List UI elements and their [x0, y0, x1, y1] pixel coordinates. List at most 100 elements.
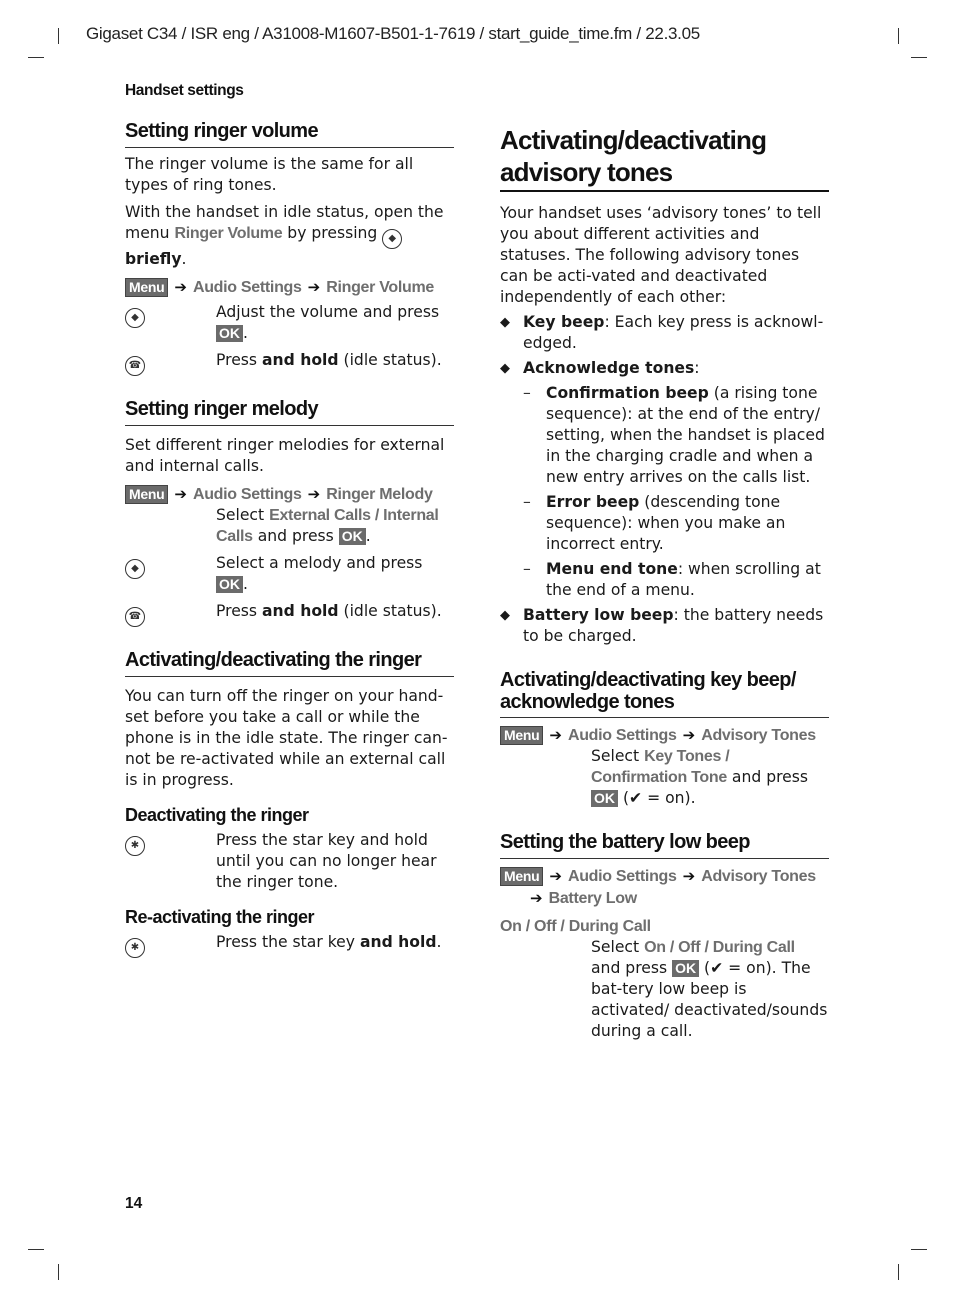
instruction-step: Select External Calls / Internal Calls a… — [125, 505, 454, 547]
paragraph: Your handset uses ‘advisory tones’ to te… — [500, 204, 822, 306]
diamond-bullet-icon: ◆ — [500, 608, 510, 623]
menu-path: Menu ➔ Audio Settings ➔ Ringer Melody — [125, 483, 454, 505]
text: . — [436, 933, 442, 951]
sub-list-item: – Error beep (descending tone sequence):… — [523, 492, 829, 555]
section-ringer-melody: Setting ringer melody Set different ring… — [125, 398, 454, 627]
section-battery-low: Setting the battery low beep Menu ➔ Audio … — [500, 831, 829, 1042]
menu-path: Menu ➔ Audio Settings ➔ Advisory Tones — [500, 724, 829, 746]
ui-label: Advisory Tones — [701, 868, 816, 885]
arrow-icon: ➔ — [549, 726, 562, 744]
text: by pressing — [282, 224, 383, 242]
section-title: Activating/deactivating key beep/ acknow… — [500, 669, 829, 718]
ui-label: Audio Settings — [192, 486, 302, 503]
section-title: Activating/deactivating the ringer — [125, 649, 454, 677]
instruction-step: ◆ Select a melody and press OK. — [125, 553, 454, 595]
text: ( — [699, 959, 711, 977]
section-ringer-onoff: Activating/deactivating the ringer You c… — [125, 649, 454, 958]
left-column: Setting ringer volume The ringer volume … — [125, 120, 454, 958]
ui-label: Advisory Tones — [701, 727, 816, 744]
ui-label: Ringer Volume — [174, 225, 283, 242]
ui-label: Ringer Melody — [326, 486, 433, 503]
arrow-icon: ➔ — [307, 278, 321, 296]
list-item: ◆ Acknowledge tones: — [500, 358, 829, 379]
ui-label: On / Off / During Call — [500, 918, 651, 935]
crop-mark — [58, 28, 59, 44]
navigation-key-icon: ◆ — [125, 308, 145, 328]
ui-label: Key Tones — [644, 748, 722, 765]
ui-label: Confirmation Tone — [591, 769, 727, 786]
text: (idle status). — [338, 351, 442, 369]
sub-list-item: – Menu end tone: when scrolling at the e… — [523, 559, 829, 601]
term: Key beep — [523, 313, 605, 331]
menu-path: Menu ➔ Audio Settings ➔ Ringer Volume — [125, 276, 454, 298]
menu-key: Menu — [125, 278, 169, 297]
crop-mark — [898, 1264, 899, 1280]
separator: / — [370, 507, 384, 524]
text: ( — [618, 789, 630, 807]
crop-mark — [911, 1249, 927, 1250]
section-title: Setting the battery low beep — [500, 831, 829, 859]
text: . — [181, 250, 187, 268]
crop-mark — [898, 28, 899, 44]
menu-path: Menu ➔ Audio Settings ➔ Advisory Tones — [500, 865, 829, 887]
arrow-icon: ➔ — [682, 867, 696, 885]
ui-label: Audio Settings — [567, 727, 677, 744]
emphasis: and hold — [262, 351, 339, 369]
paragraph: The ringer volume is the same for all ty… — [125, 155, 414, 194]
text: Press — [216, 602, 262, 620]
text: : — [694, 359, 700, 377]
subsection-title: Deactivating the ringer — [125, 805, 309, 825]
arrow-icon: ➔ — [307, 485, 321, 503]
end-call-key-icon: ☎ — [125, 607, 145, 627]
text: and press — [252, 527, 339, 545]
text: Select — [591, 747, 645, 765]
dash-bullet-icon: – — [523, 493, 531, 511]
crop-mark — [28, 1249, 44, 1250]
paragraph: With the handset in idle status, open th… — [125, 202, 454, 270]
menu-key: Menu — [500, 726, 544, 745]
menu-key: Menu — [125, 485, 169, 504]
term: Acknowledge tones — [523, 359, 695, 377]
ui-label: Ringer Volume — [326, 279, 435, 296]
ok-key: OK — [338, 528, 366, 545]
end-call-key-icon: ☎ — [125, 356, 145, 376]
arrow-icon: ➔ — [549, 867, 562, 885]
menu-path-continued: ➔ Battery Low — [500, 887, 829, 909]
ui-label: Audio Settings — [567, 868, 677, 885]
list-item: ◆ Key beep: Each key press is acknowl-ed… — [500, 312, 829, 354]
instruction-step: ✱ Press the star key and hold until you … — [125, 830, 454, 893]
text: Press — [216, 351, 262, 369]
star-key-icon: ✱ — [125, 938, 145, 958]
checkmark-icon: ✔ — [629, 789, 643, 807]
ok-key: OK — [672, 960, 700, 977]
emphasis: briefly — [125, 250, 182, 268]
text: Select — [591, 938, 645, 956]
term: Battery low beep — [523, 606, 674, 624]
ui-label: Battery Low — [548, 890, 638, 907]
checkmark-icon: ✔ — [710, 959, 724, 977]
text: and press — [726, 768, 808, 786]
term: Error beep — [546, 493, 640, 511]
crop-mark — [911, 57, 927, 58]
ok-key: OK — [591, 790, 618, 807]
paragraph: You can turn off the ringer on your hand… — [125, 687, 448, 789]
dash-bullet-icon: – — [523, 560, 531, 578]
sub-list-item: – Confirmation beep (a rising tone seque… — [523, 383, 829, 488]
instruction-step: Select Key Tones / Confirmation Tone and… — [500, 746, 829, 809]
text: Select — [216, 506, 270, 524]
ui-label: External Calls — [269, 507, 371, 524]
text: Press the star key and hold until you ca… — [216, 831, 437, 891]
subsection-title: Re-activating the ringer — [125, 907, 315, 927]
star-key-icon: ✱ — [125, 836, 145, 856]
emphasis: and hold — [359, 933, 437, 951]
term: Menu end tone — [546, 560, 678, 578]
text: . — [243, 324, 248, 342]
ui-label: Audio Settings — [192, 279, 302, 296]
arrow-icon: ➔ — [174, 485, 187, 503]
section-key-beep: Activating/deactivating key beep/ acknow… — [500, 669, 829, 809]
section-ringer-volume: Setting ringer volume The ringer volume … — [125, 120, 454, 376]
chapter-title: Activating/deactivating advisory tones — [500, 124, 829, 192]
term: Confirmation beep — [546, 384, 709, 402]
instruction-step: ◆ Adjust the volume and press OK. — [125, 302, 454, 344]
navigation-key-icon: ◆ — [125, 559, 145, 579]
